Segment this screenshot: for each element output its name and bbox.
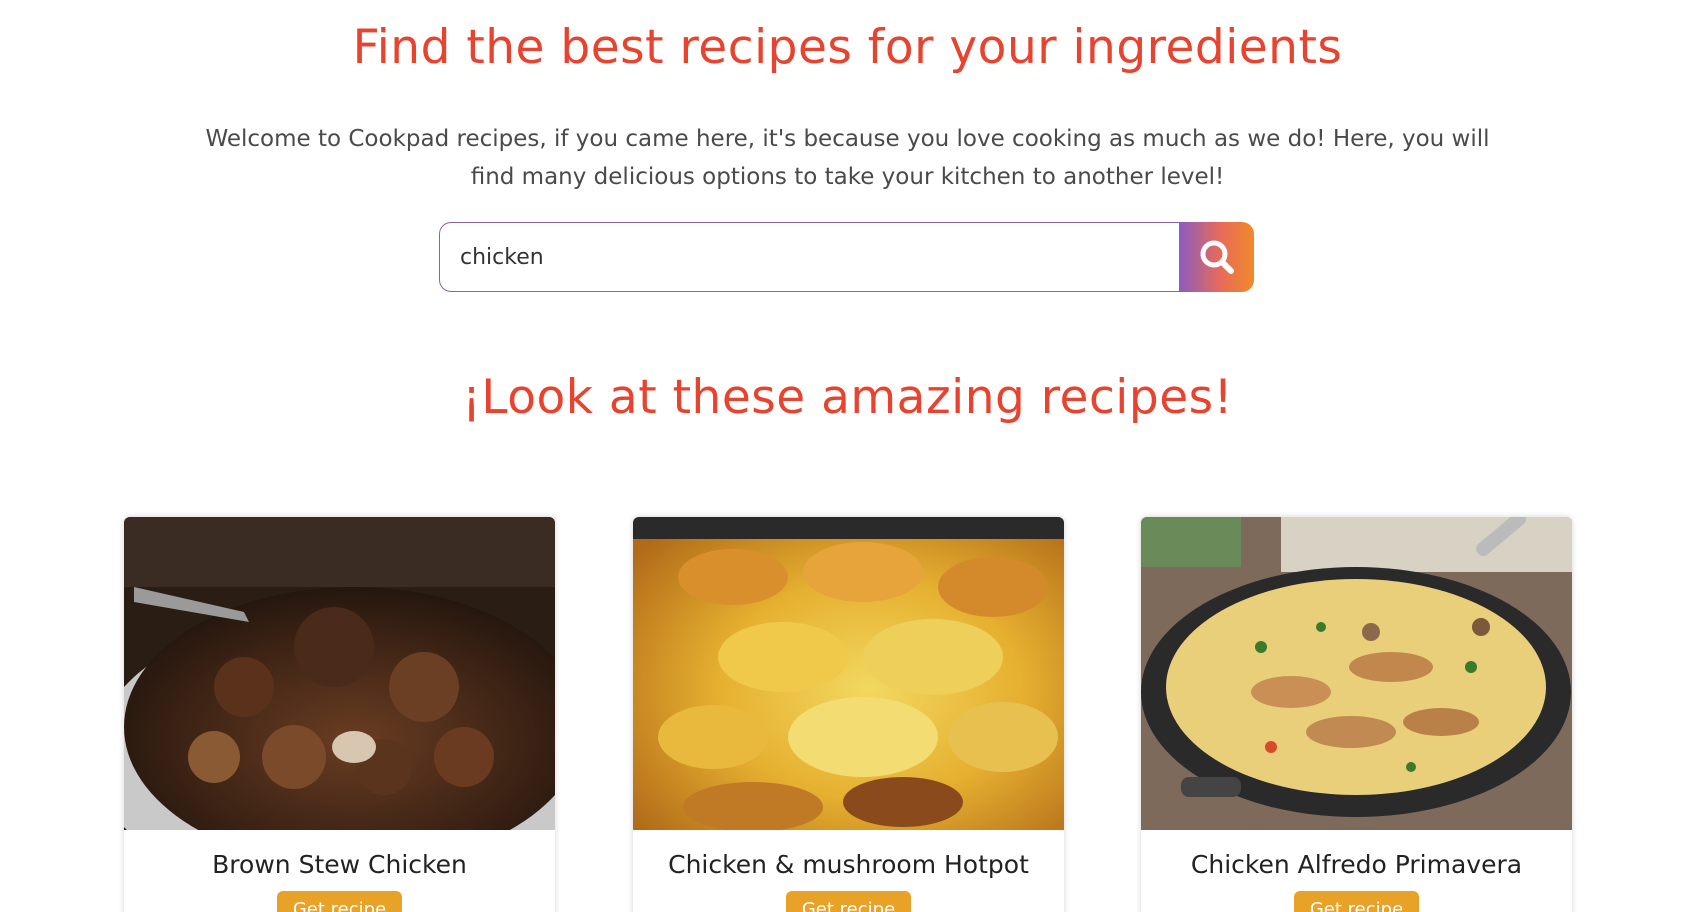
welcome-text: Welcome to Cookpad recipes, if you came …	[205, 126, 1490, 190]
recipe-title: Chicken Alfredo Primavera	[1190, 850, 1523, 879]
get-recipe-button[interactable]: Get recipe	[1293, 891, 1420, 912]
recipe-card: Chicken & mushroom Hotpot Get recipe	[633, 517, 1064, 912]
recipe-image	[124, 517, 555, 830]
recipe-image	[633, 517, 1064, 830]
recipe-card: Chicken Alfredo Primavera Get recipe	[1141, 517, 1572, 912]
recipe-card: Brown Stew Chicken Get recipe	[124, 517, 555, 912]
search-bar	[439, 222, 1254, 292]
recipe-title: Chicken & mushroom Hotpot	[668, 850, 1029, 879]
section-title: ¡Look at these amazing recipes!	[462, 370, 1233, 425]
search-input[interactable]	[439, 222, 1179, 292]
search-icon	[1200, 240, 1234, 274]
page: Find the best recipes for your ingredien…	[0, 0, 1695, 912]
recipe-cards: Brown Stew Chicken Get recipe Chicken & …	[0, 517, 1695, 912]
get-recipe-button[interactable]: Get recipe	[276, 891, 403, 912]
page-title: Find the best recipes for your ingredien…	[352, 20, 1343, 75]
recipe-title: Brown Stew Chicken	[212, 850, 467, 879]
search-button[interactable]	[1179, 222, 1254, 292]
recipe-image	[1141, 517, 1572, 830]
get-recipe-button[interactable]: Get recipe	[785, 891, 912, 912]
